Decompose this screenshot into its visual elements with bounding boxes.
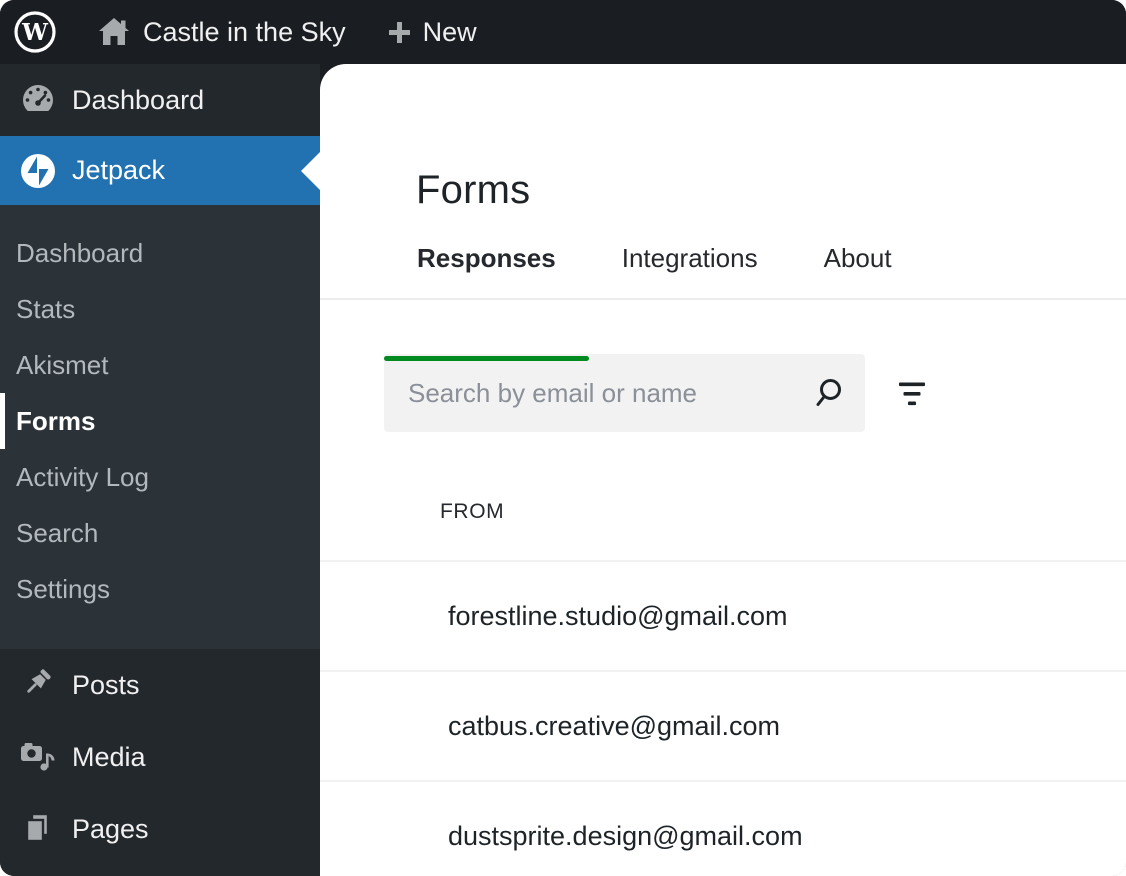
response-row[interactable]: forestline.studio@gmail.com (320, 562, 1126, 672)
new-label: New (423, 17, 477, 48)
site-name-link[interactable]: Castle in the Sky (143, 17, 346, 48)
response-row[interactable]: dustsprite.design@gmail.com (320, 782, 1126, 876)
sidebar-item-jetpack[interactable]: Jetpack (0, 136, 320, 205)
search-input[interactable] (384, 354, 811, 432)
sidebar-item-label: Posts (72, 670, 140, 701)
filter-button[interactable] (886, 367, 938, 419)
tab-bar-divider (320, 298, 1126, 300)
submenu-item-settings[interactable]: Settings (0, 561, 320, 617)
active-menu-arrow (301, 152, 320, 190)
pages-icon (18, 811, 58, 847)
sidebar-item-label: Jetpack (72, 155, 165, 186)
admin-bar: W Castle in the Sky New (0, 0, 1126, 64)
sidebar-item-media[interactable]: Media (0, 721, 320, 793)
tab-bar: Responses Integrations About (384, 228, 925, 288)
tab-about[interactable]: About (791, 228, 925, 288)
new-content-button[interactable]: New (386, 17, 477, 48)
tab-integrations[interactable]: Integrations (589, 228, 791, 288)
svg-text:W: W (21, 19, 49, 46)
forms-content-panel: Forms Responses Integrations About FR (320, 64, 1126, 876)
sidebar-item-dashboard[interactable]: Dashboard (0, 64, 320, 136)
search-box (384, 354, 865, 432)
tab-responses[interactable]: Responses (384, 228, 589, 288)
wordpress-logo-icon[interactable]: W (13, 10, 57, 54)
pushpin-icon (18, 667, 58, 703)
dashboard-gauge-icon (18, 82, 58, 118)
jetpack-icon (18, 152, 58, 190)
search-icon[interactable] (811, 375, 845, 411)
wordpress-admin-window: W Castle in the Sky New (0, 0, 1126, 876)
plus-icon (386, 19, 413, 46)
jetpack-submenu: Dashboard Stats Akismet Forms Activity L… (0, 205, 320, 649)
response-row[interactable]: catbus.creative@gmail.com (320, 672, 1126, 782)
submenu-item-stats[interactable]: Stats (0, 281, 320, 337)
submenu-item-forms[interactable]: Forms (0, 393, 320, 449)
submenu-item-activity-log[interactable]: Activity Log (0, 449, 320, 505)
page-title: Forms (416, 168, 530, 213)
submenu-item-search[interactable]: Search (0, 505, 320, 561)
sidebar-item-label: Media (72, 742, 146, 773)
submenu-item-dashboard[interactable]: Dashboard (0, 225, 320, 281)
column-header-from: FROM (440, 500, 504, 524)
sidebar-item-posts[interactable]: Posts (0, 649, 320, 721)
admin-sidebar: Dashboard Jetpack Dashboard Stats Akisme… (0, 64, 320, 876)
filter-icon (897, 380, 927, 407)
responses-table: forestline.studio@gmail.com catbus.creat… (320, 560, 1126, 876)
media-icon (18, 740, 58, 774)
home-icon[interactable] (97, 16, 131, 48)
sidebar-item-label: Dashboard (72, 85, 204, 116)
submenu-item-akismet[interactable]: Akismet (0, 337, 320, 393)
sidebar-item-label: Pages (72, 814, 149, 845)
sidebar-item-pages[interactable]: Pages (0, 793, 320, 865)
